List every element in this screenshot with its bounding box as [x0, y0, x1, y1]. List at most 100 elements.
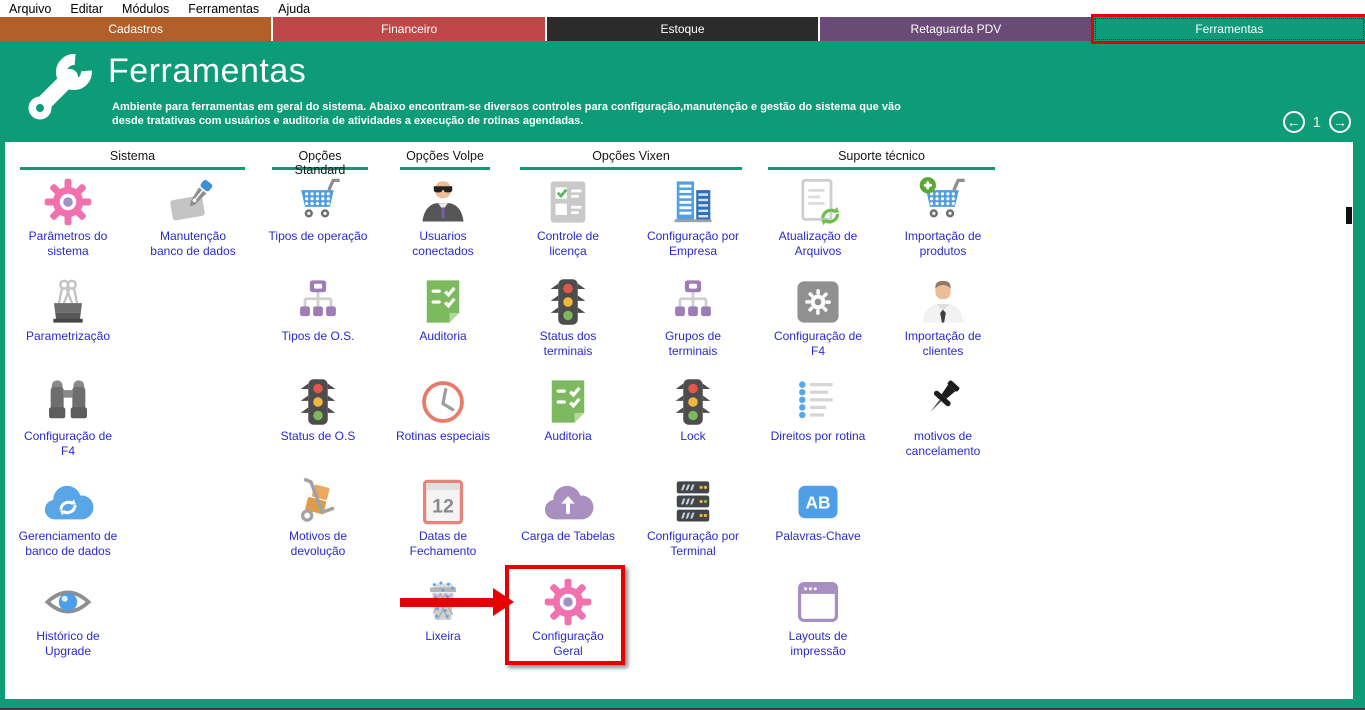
menu-item-modulos[interactable]: Módulos: [122, 2, 169, 16]
menu-item-ajuda[interactable]: Ajuda: [278, 2, 310, 16]
tile-datas-de-fechamento[interactable]: 12 Datas de Fechamento: [382, 475, 504, 558]
tile-label: Status dos terminais: [507, 329, 629, 358]
tile-layouts-de-impressao[interactable]: Layouts de impressão: [757, 575, 879, 658]
tile-historico-de-upgrade[interactable]: Histórico de Upgrade: [7, 575, 129, 658]
tile-direitos-por-rotina[interactable]: Direitos por rotina: [757, 375, 879, 444]
prev-page-button[interactable]: ←: [1283, 111, 1305, 133]
buildings-blue-icon: [632, 175, 754, 228]
tile-motivos-de-devolucao[interactable]: Motivos de devolução: [257, 475, 379, 558]
tile-rotinas-especiais[interactable]: Rotinas especiais: [382, 375, 504, 444]
tile-controle-de-licenca[interactable]: Controle de licença: [507, 175, 629, 258]
tile-configuracao-por-terminal[interactable]: Configuração por Terminal: [632, 475, 754, 558]
tile-gerenciamento-de-banco-de-dados[interactable]: Gerenciamento de banco de dados: [7, 475, 129, 558]
tile-label: Tipos de O.S.: [257, 329, 379, 344]
cloud-sync-blue-icon: [7, 475, 129, 528]
traffic-light-icon: [257, 375, 379, 428]
tile-tipos-de-os[interactable]: Tipos de O.S.: [257, 275, 379, 344]
tile-auditoria-vixen[interactable]: Auditoria: [507, 375, 629, 444]
tile-label: Manutenção banco de dados: [132, 229, 254, 258]
left-green-strip: [0, 142, 5, 699]
tile-label: Motivos de devolução: [257, 529, 379, 558]
tab-estoque[interactable]: Estoque: [547, 17, 818, 41]
tile-importacao-de-produtos[interactable]: Importação de produtos: [882, 175, 1004, 258]
binder-clip-icon: [7, 275, 129, 328]
cart-plus-icon: [882, 175, 1004, 228]
page-title: Ferramentas: [108, 52, 306, 91]
tile-status-dos-terminais[interactable]: Status dos terminais: [507, 275, 629, 358]
bottom-green-bar: [0, 699, 1365, 708]
tile-label: Gerenciamento de banco de dados: [7, 529, 129, 558]
tile-label: Datas de Fechamento: [382, 529, 504, 558]
tile-configuracao-por-empresa[interactable]: Configuração por Empresa: [632, 175, 754, 258]
menu-bar: Arquivo Editar Módulos Ferramentas Ajuda: [0, 0, 1365, 17]
red-arrow-head: [493, 588, 514, 616]
tab-financeiro[interactable]: Financeiro: [273, 17, 544, 41]
tile-label: Usuarios conectados: [382, 229, 504, 258]
category-opcoes-standard: Opções Standard: [272, 145, 368, 170]
tile-parametros-do-sistema[interactable]: Parâmetros do sistema: [7, 175, 129, 258]
tile-label: Carga de Tabelas: [507, 529, 629, 544]
tile-label: Grupos de terminais: [632, 329, 754, 358]
doc-check-green-icon: [382, 275, 504, 328]
tile-label: Lock: [632, 429, 754, 444]
tile-configuracao-geral[interactable]: Configuração Geral: [507, 575, 629, 658]
menu-item-arquivo[interactable]: Arquivo: [9, 2, 51, 16]
tile-lixeira[interactable]: Lixeira: [382, 575, 504, 644]
traffic-light-icon: [632, 375, 754, 428]
tile-label: Parametrização: [7, 329, 129, 344]
category-sistema: Sistema: [20, 145, 245, 170]
keyword-badge-icon: AB: [757, 475, 879, 528]
tile-label: Rotinas especiais: [382, 429, 504, 444]
tile-lock[interactable]: Lock: [632, 375, 754, 444]
tile-importacao-de-clientes[interactable]: Importação de clientes: [882, 275, 1004, 358]
category-opcoes-volpe: Opções Volpe: [400, 145, 490, 170]
page-description: Ambiente para ferramentas em geral do si…: [112, 100, 901, 128]
window-purple-icon: [757, 575, 879, 628]
tile-grupos-de-terminais[interactable]: Grupos de terminais: [632, 275, 754, 358]
tile-status-de-os[interactable]: Status de O.S: [257, 375, 379, 444]
tile-motivos-de-cancelamento[interactable]: motivos de cancelamento: [882, 375, 1004, 458]
tile-manutencao-banco-de-dados[interactable]: Manutenção banco de dados: [132, 175, 254, 258]
binoculars-icon: [7, 375, 129, 428]
application-window: Arquivo Editar Módulos Ferramentas Ajuda…: [0, 0, 1365, 710]
page-number: 1: [1313, 114, 1321, 131]
tile-atualizacao-de-arquivos[interactable]: Atualização de Arquivos: [757, 175, 879, 258]
tile-parametrizacao[interactable]: Parametrização: [7, 275, 129, 344]
tile-carga-de-tabelas[interactable]: Carga de Tabelas: [507, 475, 629, 544]
category-suporte-tecnico: Suporte técnico: [768, 145, 995, 170]
tile-configuracao-de-f4[interactable]: Configuração de F4: [7, 375, 129, 458]
menu-item-ferramentas[interactable]: Ferramentas: [188, 2, 259, 16]
svg-text:12: 12: [432, 495, 454, 517]
tile-tipos-de-operacao[interactable]: Tipos de operação: [257, 175, 379, 244]
user-tie-icon: [882, 275, 1004, 328]
tile-label: Parâmetros do sistema: [7, 229, 129, 258]
tile-label: Tipos de operação: [257, 229, 379, 244]
tile-palavras-chave[interactable]: ABPalavras-Chave: [757, 475, 879, 544]
tile-label: Configuração Geral: [507, 629, 629, 658]
tile-label: Configuração por Empresa: [632, 229, 754, 258]
tile-usuarios-conectados[interactable]: Usuarios conectados: [382, 175, 504, 258]
tile-label: Status de O.S: [257, 429, 379, 444]
wrench-icon: [12, 44, 108, 140]
menu-item-editar[interactable]: Editar: [70, 2, 103, 16]
tile-auditoria-volpe[interactable]: Auditoria: [382, 275, 504, 344]
tab-cadastros[interactable]: Cadastros: [0, 17, 271, 41]
right-green-strip: [1353, 142, 1365, 699]
gear-pink-icon: [7, 175, 129, 228]
category-opcoes-vixen: Opções Vixen: [520, 145, 742, 170]
tile-label: Importação de produtos: [882, 229, 1004, 258]
calendar-12-icon: 12: [382, 475, 504, 528]
checklist-gray-icon: [507, 175, 629, 228]
module-tab-bar: Cadastros Financeiro Estoque Retaguarda …: [0, 17, 1365, 41]
next-page-button[interactable]: →: [1329, 111, 1351, 133]
doc-sync-icon: [757, 175, 879, 228]
server-stack-icon: [632, 475, 754, 528]
tab-retaguarda-pdv[interactable]: Retaguarda PDV: [820, 17, 1091, 41]
hand-truck-icon: [257, 475, 379, 528]
tile-label: Configuração por Terminal: [632, 529, 754, 558]
tile-configuracao-de-f4-vixen[interactable]: Configuração de F4: [757, 275, 879, 358]
red-arrow-annotation: [400, 598, 494, 607]
tab-ferramentas[interactable]: Ferramentas: [1094, 17, 1365, 41]
text-cursor-artifact: [1346, 207, 1352, 224]
cloud-upload-purple-icon: [507, 475, 629, 528]
